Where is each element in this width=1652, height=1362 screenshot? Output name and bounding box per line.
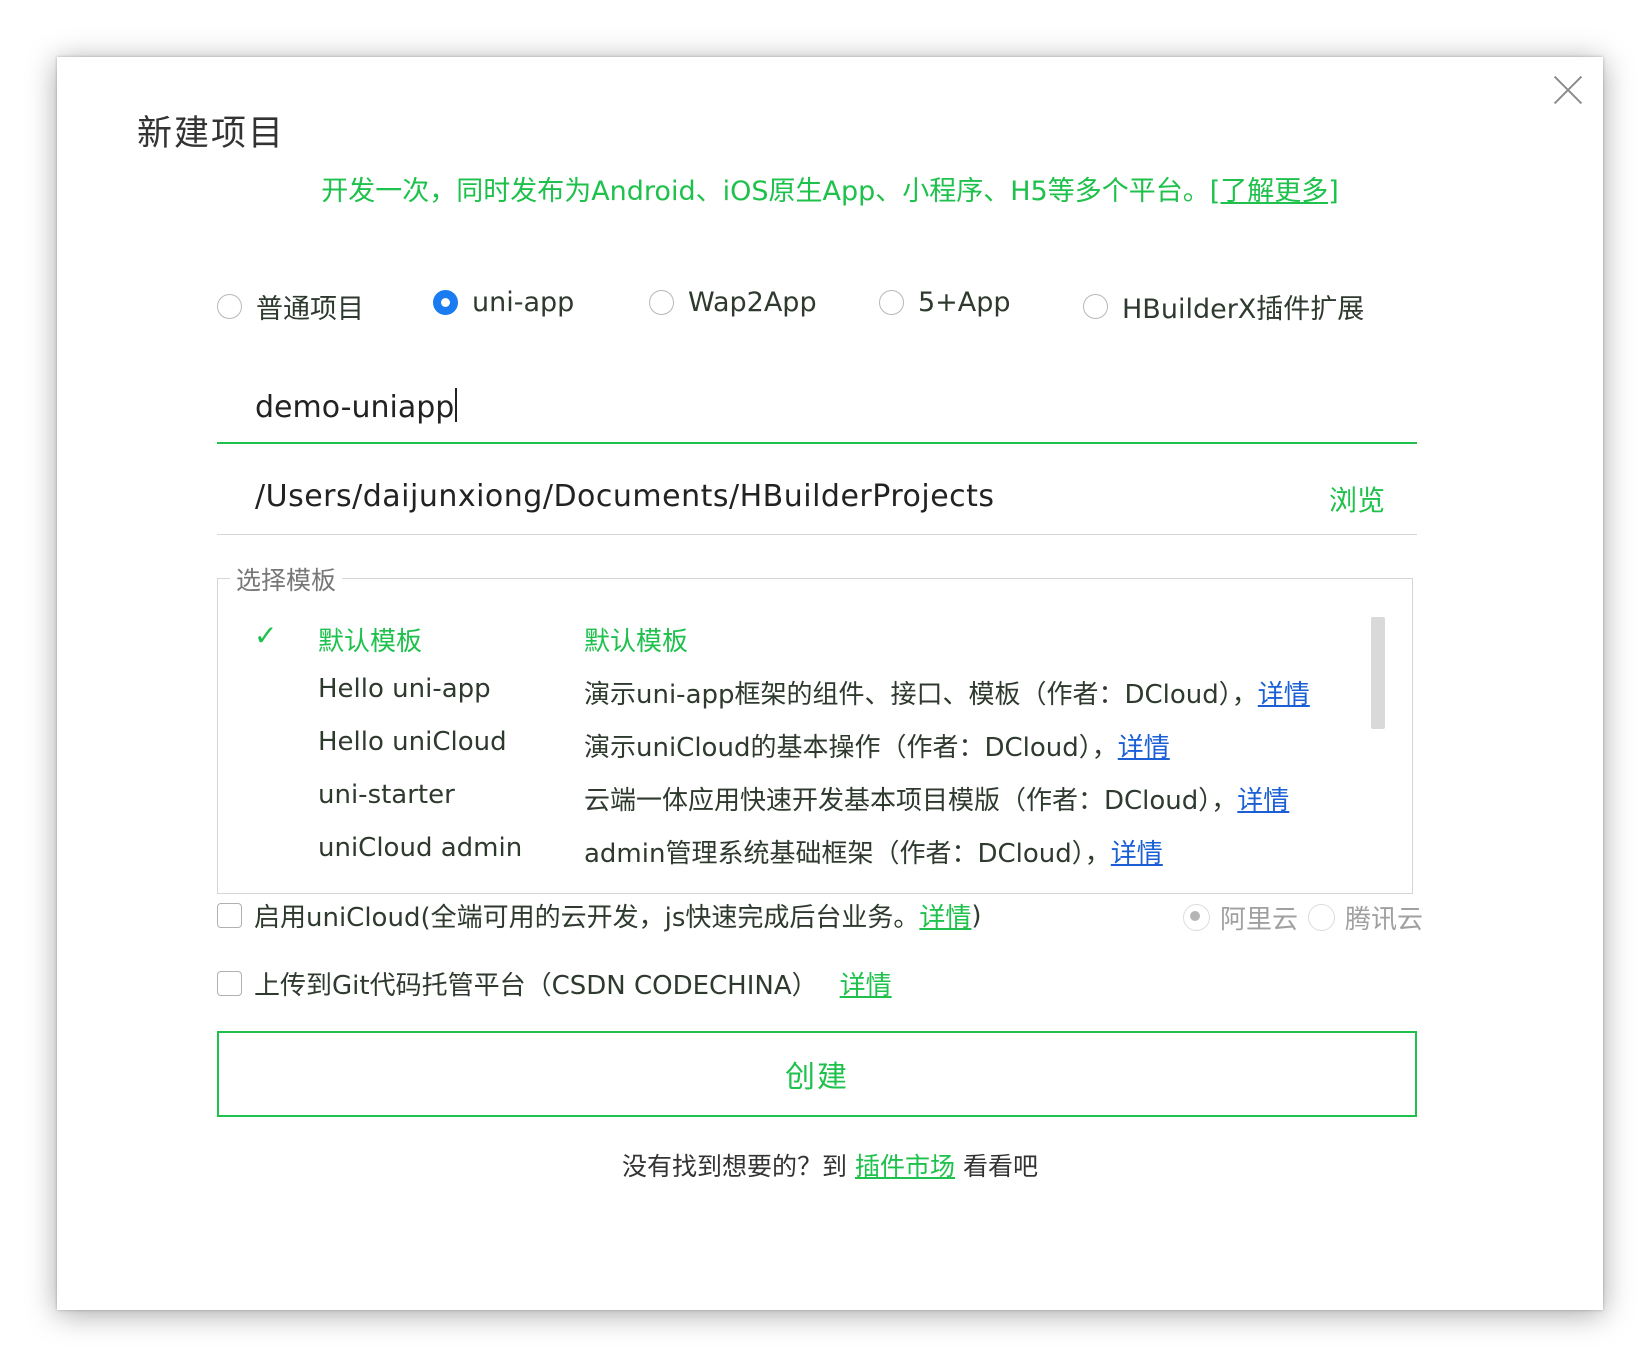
browse-button[interactable]: 浏览 [1329, 479, 1385, 519]
new-project-dialog: 新建项目 开发一次，同时发布为Android、iOS原生App、小程序、H5等多… [57, 57, 1603, 1310]
cloud-provider-group: 阿里云 腾讯云 [1173, 899, 1423, 936]
plugin-market-link[interactable]: 插件市场 [855, 1152, 955, 1181]
text-caret [455, 388, 458, 422]
project-path-field[interactable]: /Users/daijunxiong/Documents/HBuilderPro… [217, 465, 1417, 535]
template-desc: 默认模板 [584, 627, 689, 657]
template-desc: 云端一体应用快速开发基本项目模版（作者：DCloud），详情 [584, 780, 1289, 817]
footer-text-end: 看看吧 [963, 1152, 1039, 1181]
create-button[interactable]: 创建 [217, 1031, 1417, 1117]
enable-unicloud-label: 启用uniCloud(全端可用的云开发，js快速完成后台业务。 [254, 903, 920, 933]
git-details-link[interactable]: 详情 [840, 965, 892, 1002]
template-details-link[interactable]: 详情 [1237, 786, 1289, 816]
template-name: Hello uniCloud [318, 727, 507, 757]
learn-more-link[interactable]: [了解更多] [1210, 176, 1339, 207]
project-name-field[interactable]: demo-uniapp [217, 374, 1417, 444]
radio-icon[interactable] [649, 290, 674, 315]
radio-icon[interactable] [1307, 904, 1335, 931]
project-type-wap2app[interactable]: Wap2App [649, 287, 817, 318]
template-details-link[interactable]: 详情 [1118, 733, 1170, 763]
enable-unicloud-checkbox[interactable] [217, 903, 242, 928]
template-list: ✓ 默认模板 默认模板 Hello uni-app 演示uni-app框架的组件… [218, 619, 1368, 884]
template-desc: 演示uni-app框架的组件、接口、模板（作者：DCloud），详情 [584, 674, 1310, 711]
dialog-subtitle: 开发一次，同时发布为Android、iOS原生App、小程序、H5等多个平台。[… [57, 169, 1603, 208]
project-type-label: Wap2App [688, 287, 817, 318]
radio-icon[interactable] [1083, 294, 1108, 319]
provider-label: 阿里云 [1219, 905, 1298, 935]
template-desc-text: admin管理系统基础框架（作者：DCloud）， [584, 839, 1111, 869]
radio-selected-icon[interactable] [433, 290, 458, 315]
project-type-label: 5+App [918, 287, 1011, 318]
template-desc-text: 演示uniCloud的基本操作（作者：DCloud）， [584, 733, 1118, 763]
git-upload-label: 上传到Git代码托管平台（CSDN CODECHINA） [254, 971, 818, 1001]
enable-unicloud-label-end: ) [971, 900, 982, 931]
enable-unicloud-row: 启用uniCloud(全端可用的云开发，js快速完成后台业务。 详情) [217, 897, 982, 934]
provider-label: 腾讯云 [1344, 905, 1423, 935]
project-type-label: uni-app [472, 287, 575, 318]
project-type-uniapp[interactable]: uni-app [433, 287, 574, 318]
template-scrollbar[interactable] [1371, 617, 1385, 729]
footer-text: 没有找到想要的？到 [621, 1152, 847, 1181]
close-icon[interactable] [1553, 75, 1583, 105]
template-legend: 选择模板 [230, 561, 343, 597]
project-type-hbuilderx-plugin[interactable]: HBuilderX插件扩展 [1083, 287, 1364, 326]
project-name-value: demo-uniapp [255, 390, 455, 425]
template-desc: 演示uniCloud的基本操作（作者：DCloud），详情 [584, 727, 1170, 764]
template-details-link[interactable]: 详情 [1258, 680, 1310, 710]
template-details-link[interactable]: 详情 [1111, 839, 1163, 869]
subtitle-text: 开发一次，同时发布为Android、iOS原生App、小程序、H5等多个平台。 [321, 176, 1210, 207]
template-name: 默认模板 [318, 627, 423, 657]
template-row-default[interactable]: ✓ 默认模板 默认模板 [218, 619, 1368, 672]
dialog-title: 新建项目 [137, 114, 286, 154]
template-row-unicloud-admin[interactable]: uniCloud admin admin管理系统基础框架（作者：DCloud），… [218, 831, 1368, 884]
radio-icon[interactable] [879, 290, 904, 315]
provider-tencent[interactable]: 腾讯云 [1307, 899, 1423, 936]
template-row-hello-uniapp[interactable]: Hello uni-app 演示uni-app框架的组件、接口、模板（作者：DC… [218, 672, 1368, 725]
project-type-5plusapp[interactable]: 5+App [879, 287, 1011, 318]
footer-hint: 没有找到想要的？到 插件市场 看看吧 [57, 1147, 1603, 1183]
template-row-uni-starter[interactable]: uni-starter 云端一体应用快速开发基本项目模版（作者：DCloud），… [218, 778, 1368, 831]
template-name: Hello uni-app [318, 674, 491, 704]
project-name-input[interactable]: demo-uniapp [255, 388, 458, 425]
project-type-label: 普通项目 [256, 294, 364, 325]
project-path-input[interactable]: /Users/daijunxiong/Documents/HBuilderPro… [255, 479, 995, 514]
git-upload-checkbox[interactable] [217, 971, 242, 996]
provider-aliyun[interactable]: 阿里云 [1182, 899, 1298, 936]
template-name: uniCloud admin [318, 833, 523, 863]
radio-icon[interactable] [217, 294, 242, 319]
template-row-hello-unicloud[interactable]: Hello uniCloud 演示uniCloud的基本操作（作者：DCloud… [218, 725, 1368, 778]
project-type-label: HBuilderX插件扩展 [1122, 294, 1365, 325]
project-type-group: 普通项目 uni-app Wap2App 5+App HBuilderX插件扩展 [217, 287, 1457, 327]
project-type-normal[interactable]: 普通项目 [217, 287, 364, 326]
template-name: uni-starter [318, 780, 455, 810]
template-desc-text: 云端一体应用快速开发基本项目模版（作者：DCloud）， [584, 786, 1238, 816]
git-upload-row: 上传到Git代码托管平台（CSDN CODECHINA） 详情 [217, 965, 892, 1002]
template-desc-text: 演示uni-app框架的组件、接口、模板（作者：DCloud）， [584, 680, 1258, 710]
radio-selected-icon[interactable] [1182, 904, 1210, 931]
checkmark-icon: ✓ [254, 619, 278, 652]
unicloud-details-link[interactable]: 详情 [919, 897, 971, 934]
template-selector: 选择模板 ✓ 默认模板 默认模板 Hello uni-app 演示uni-app… [217, 561, 1413, 894]
template-desc: admin管理系统基础框架（作者：DCloud），详情 [584, 833, 1163, 870]
